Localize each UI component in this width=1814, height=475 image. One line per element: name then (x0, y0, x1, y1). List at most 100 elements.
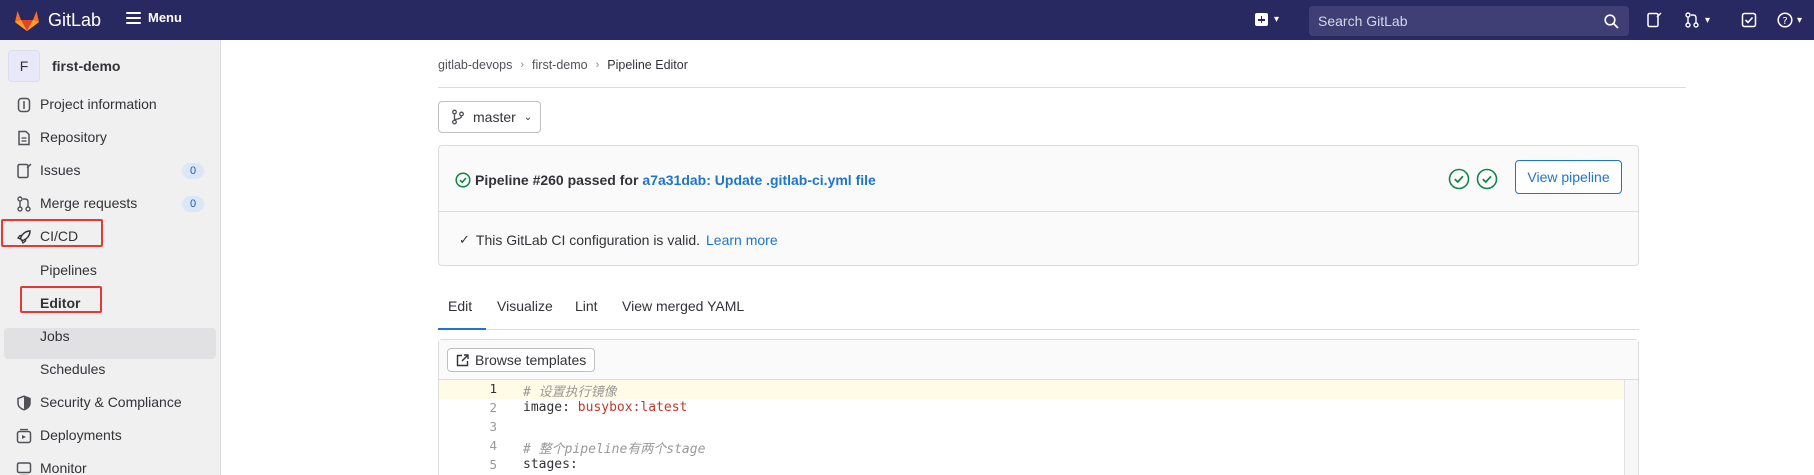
issues-icon[interactable] (1646, 12, 1662, 28)
chevron-down-icon: ▾ (1705, 14, 1711, 26)
app-name: GitLab (48, 9, 102, 30)
check-icon: ✓ (459, 232, 470, 247)
todo-icon[interactable] (1741, 12, 1757, 28)
sidebar-item-label: Monitor (40, 460, 87, 475)
code-line: 2 image: busybox:latest (439, 399, 1625, 418)
tanuki-icon (15, 11, 39, 31)
sidebar-item-label: Repository (40, 129, 107, 145)
breadcrumb-item[interactable]: first-demo (532, 58, 588, 72)
branch-switcher[interactable]: master ⌄ (438, 101, 541, 133)
sidebar-subitem-label: Pipelines (40, 262, 97, 278)
commit-link[interactable]: a7a31dab: Update .gitlab-ci.yml file (642, 172, 875, 188)
chevron-right-icon: › (520, 59, 525, 71)
sidebar-subitem-label: Schedules (40, 361, 106, 377)
sidebar-item-merge-requests[interactable]: Merge requests 0 (0, 187, 221, 220)
sidebar-subitem-pipelines[interactable]: Pipelines (0, 254, 221, 287)
code-line: 3 (439, 418, 1625, 437)
code-comment: # 整个pipeline有两个stage (523, 442, 706, 457)
branch-name: master (473, 109, 516, 125)
monitor-icon (16, 462, 32, 475)
deployments-icon (16, 428, 32, 444)
left-sidebar: F first-demo Project information Reposit… (0, 40, 221, 475)
sidebar-subitem-jobs[interactable]: Jobs (0, 320, 221, 353)
tab-visualize[interactable]: Visualize (497, 292, 553, 330)
status-success-icon[interactable] (455, 172, 471, 188)
sidebar-item-label: Security & Compliance (40, 394, 182, 410)
stage-passed-icon[interactable] (1476, 168, 1498, 190)
yaml-value: busybox:latest (577, 400, 688, 415)
line-number: 5 (489, 457, 497, 472)
hamburger-icon (126, 11, 141, 24)
sidebar-item-label: Deployments (40, 427, 122, 443)
chevron-down-icon: ⌄ (523, 111, 533, 123)
project-header[interactable]: F first-demo (8, 50, 120, 82)
tab-edit[interactable]: Edit (438, 292, 486, 330)
merge-request-icon (17, 196, 31, 212)
breadcrumb-item[interactable]: gitlab-devops (438, 58, 512, 72)
merge-request-icon (1685, 12, 1699, 28)
svg-text:?: ? (1782, 16, 1787, 27)
sidebar-item-label: Project information (40, 96, 157, 112)
gitlab-logo[interactable]: GitLab (14, 8, 101, 32)
sidebar-subitem-label: Jobs (40, 328, 70, 344)
sidebar-subitem-schedules[interactable]: Schedules (0, 353, 221, 386)
sidebar-item-repository[interactable]: Repository (0, 121, 221, 154)
code-comment: # 设置执行镜像 (523, 385, 617, 400)
view-pipeline-button[interactable]: View pipeline (1515, 160, 1622, 194)
browse-templates-button[interactable]: Browse templates (447, 348, 596, 372)
code-text: image: busybox:latest (523, 400, 687, 415)
breadcrumb-current[interactable]: Pipeline Editor (607, 58, 688, 72)
info-icon (17, 97, 31, 113)
search-input[interactable] (1318, 13, 1598, 29)
search-box[interactable] (1309, 6, 1629, 36)
pipeline-status-text: Pipeline #260 passed for (475, 172, 639, 188)
create-new-button[interactable]: ▾ (1255, 13, 1279, 26)
learn-more-link[interactable]: Learn more (706, 232, 778, 248)
line-number: 1 (489, 381, 497, 396)
help-button[interactable]: ? ▾ (1777, 12, 1802, 28)
chevron-down-icon: ▾ (1274, 14, 1280, 25)
tab-view-merged-yaml[interactable]: View merged YAML (622, 292, 744, 330)
sidebar-item-monitor[interactable]: Monitor (0, 452, 221, 475)
yaml-key: image: (523, 400, 570, 415)
header-divider (438, 87, 1686, 88)
sidebar-item-label: Issues (40, 162, 81, 178)
code-line: 1 # 设置执行镜像 (439, 380, 1625, 400)
external-link-icon (456, 353, 469, 366)
editor-scrollbar[interactable] (1624, 380, 1638, 475)
plus-square-icon (1255, 13, 1268, 26)
editor-toolbar: Browse templates (439, 340, 1638, 380)
tab-lint[interactable]: Lint (575, 292, 598, 330)
line-number: 3 (489, 419, 497, 434)
pipeline-status-row: Pipeline #260 passed for a7a31dab: Updat… (455, 172, 876, 188)
project-name: first-demo (52, 58, 121, 74)
browse-templates-label: Browse templates (475, 352, 587, 368)
annotation-box-cicd (1, 219, 103, 247)
sidebar-item-label: Merge requests (40, 195, 138, 211)
sidebar-item-deployments[interactable]: Deployments (0, 419, 221, 452)
menu-label: Menu (148, 10, 182, 25)
code-area[interactable]: 1 # 设置执行镜像 2 image: busybox:latest 3 4 #… (439, 380, 1638, 475)
sidebar-item-project-information[interactable]: Project information (0, 88, 221, 121)
top-navbar: GitLab Menu ▾ ▾ (0, 0, 1814, 40)
document-icon (18, 130, 30, 146)
validation-message: This GitLab CI configuration is valid. (475, 232, 701, 248)
shield-icon (17, 395, 31, 411)
pipeline-status-panel: Pipeline #260 passed for a7a31dab: Updat… (438, 145, 1639, 266)
issues-count-badge: 0 (182, 163, 204, 179)
sidebar-item-issues[interactable]: Issues 0 (0, 154, 221, 187)
panel-divider (439, 211, 1638, 212)
editor-tabs: Edit Visualize Lint View merged YAML (438, 292, 1639, 330)
code-line: 5 stages: (439, 456, 1625, 475)
line-number: 4 (489, 438, 497, 453)
menu-button[interactable]: Menu (126, 10, 182, 25)
sidebar-item-security-compliance[interactable]: Security & Compliance (0, 386, 221, 419)
stage-passed-icon[interactable] (1448, 168, 1470, 190)
chevron-down-icon: ▾ (1797, 14, 1803, 26)
branch-icon (452, 109, 464, 125)
issues-icon (17, 163, 32, 179)
yaml-editor: Browse templates 1 # 设置执行镜像 2 image: bus… (438, 339, 1639, 475)
merge-requests-button[interactable]: ▾ (1684, 12, 1710, 28)
chevron-right-icon: › (595, 59, 600, 71)
annotation-box-editor (20, 286, 102, 313)
